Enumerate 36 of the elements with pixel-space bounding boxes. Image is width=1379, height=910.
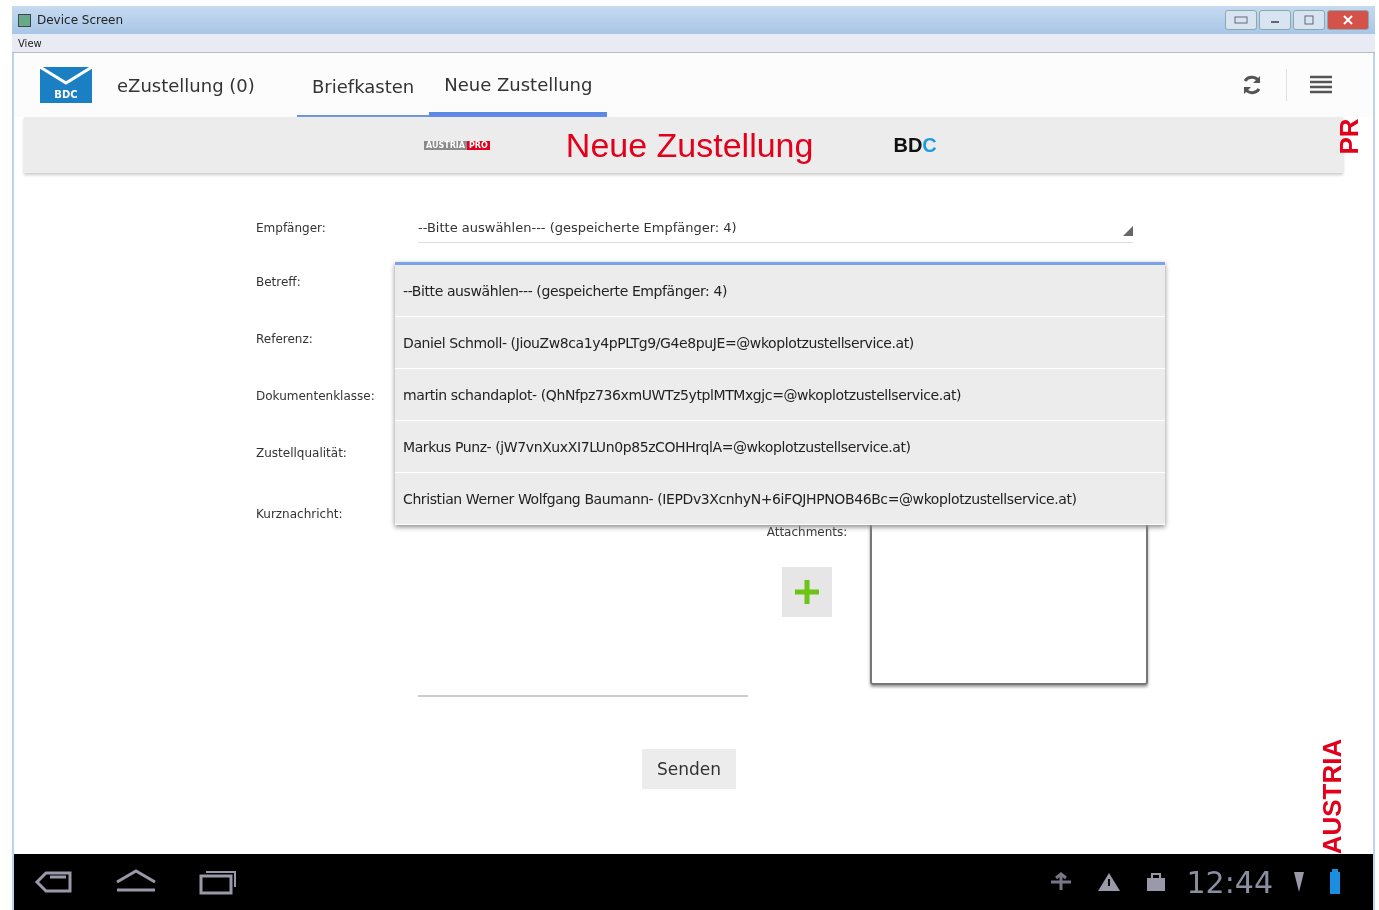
restore-icon: [1234, 16, 1248, 24]
battery-icon: [1329, 869, 1341, 895]
dropdown-option[interactable]: --Bitte auswählen--- (gespeicherte Empfänger: 4): [395, 265, 1165, 317]
field-label: Kurznachricht:: [256, 507, 344, 521]
menu-icon[interactable]: [1309, 74, 1333, 96]
close-button[interactable]: [1327, 10, 1369, 30]
dropdown-option[interactable]: Christian Werner Wolfgang Baumann- (IEPDv3XcnhyN+6iFQJHPNOB46Bc=@wkoplotzustellservice.at): [395, 473, 1165, 525]
warning-icon: [1096, 872, 1121, 892]
dropdown-option[interactable]: Markus Punz- (jW7vnXuxXI7LUn0p85zCOHHrqlA=@wkoplotzustellservice.at): [395, 421, 1165, 473]
dropdown-arrow-icon: [1123, 225, 1133, 236]
bag-icon: [1144, 872, 1167, 892]
maximize-icon: [1303, 15, 1315, 25]
window-title: Device Screen: [37, 13, 124, 27]
field-label: Betreff:: [256, 274, 302, 289]
dropdown-option[interactable]: Daniel Schmoll- (JiouZw8ca1y4pPLTg9/G4e8puJE=@wkoplotzustellservice.at): [395, 317, 1165, 369]
usb-icon: [1048, 872, 1073, 892]
austria-pro-logo: AUSTRIA PRO: [424, 140, 490, 150]
minimize-button[interactable]: [1259, 10, 1291, 30]
dropdown-option[interactable]: martin schandaplot- (QhNfpz736xmUWTz5ytplMTMxgjc=@wkoplotzustellservice.at): [395, 369, 1165, 421]
recent-apps-icon[interactable]: [198, 869, 238, 895]
field-label: Empfänger:: [256, 221, 327, 235]
plus-icon: [793, 578, 821, 606]
envelope-logo-icon: BDC: [40, 67, 92, 103]
app-icon: [18, 13, 31, 27]
side-logo-text: AUSTRIA: [1317, 738, 1349, 855]
menu-item[interactable]: View: [18, 37, 42, 49]
app-title: eZustellung (0): [117, 74, 256, 96]
close-icon: [1342, 15, 1354, 25]
back-icon[interactable]: [34, 870, 74, 894]
bdc-logo: BDC: [893, 133, 937, 157]
send-button[interactable]: Senden: [642, 749, 737, 789]
select-field[interactable]: --Bitte auswählen--- (gespeicherte Empfänger: 4): [418, 213, 1133, 243]
corner-logo-text: PR: [1333, 118, 1365, 155]
page-title: Neue Zustellung: [565, 125, 814, 165]
clock: 12:44: [1186, 864, 1273, 900]
attachments-label: Attachments:: [766, 525, 848, 539]
